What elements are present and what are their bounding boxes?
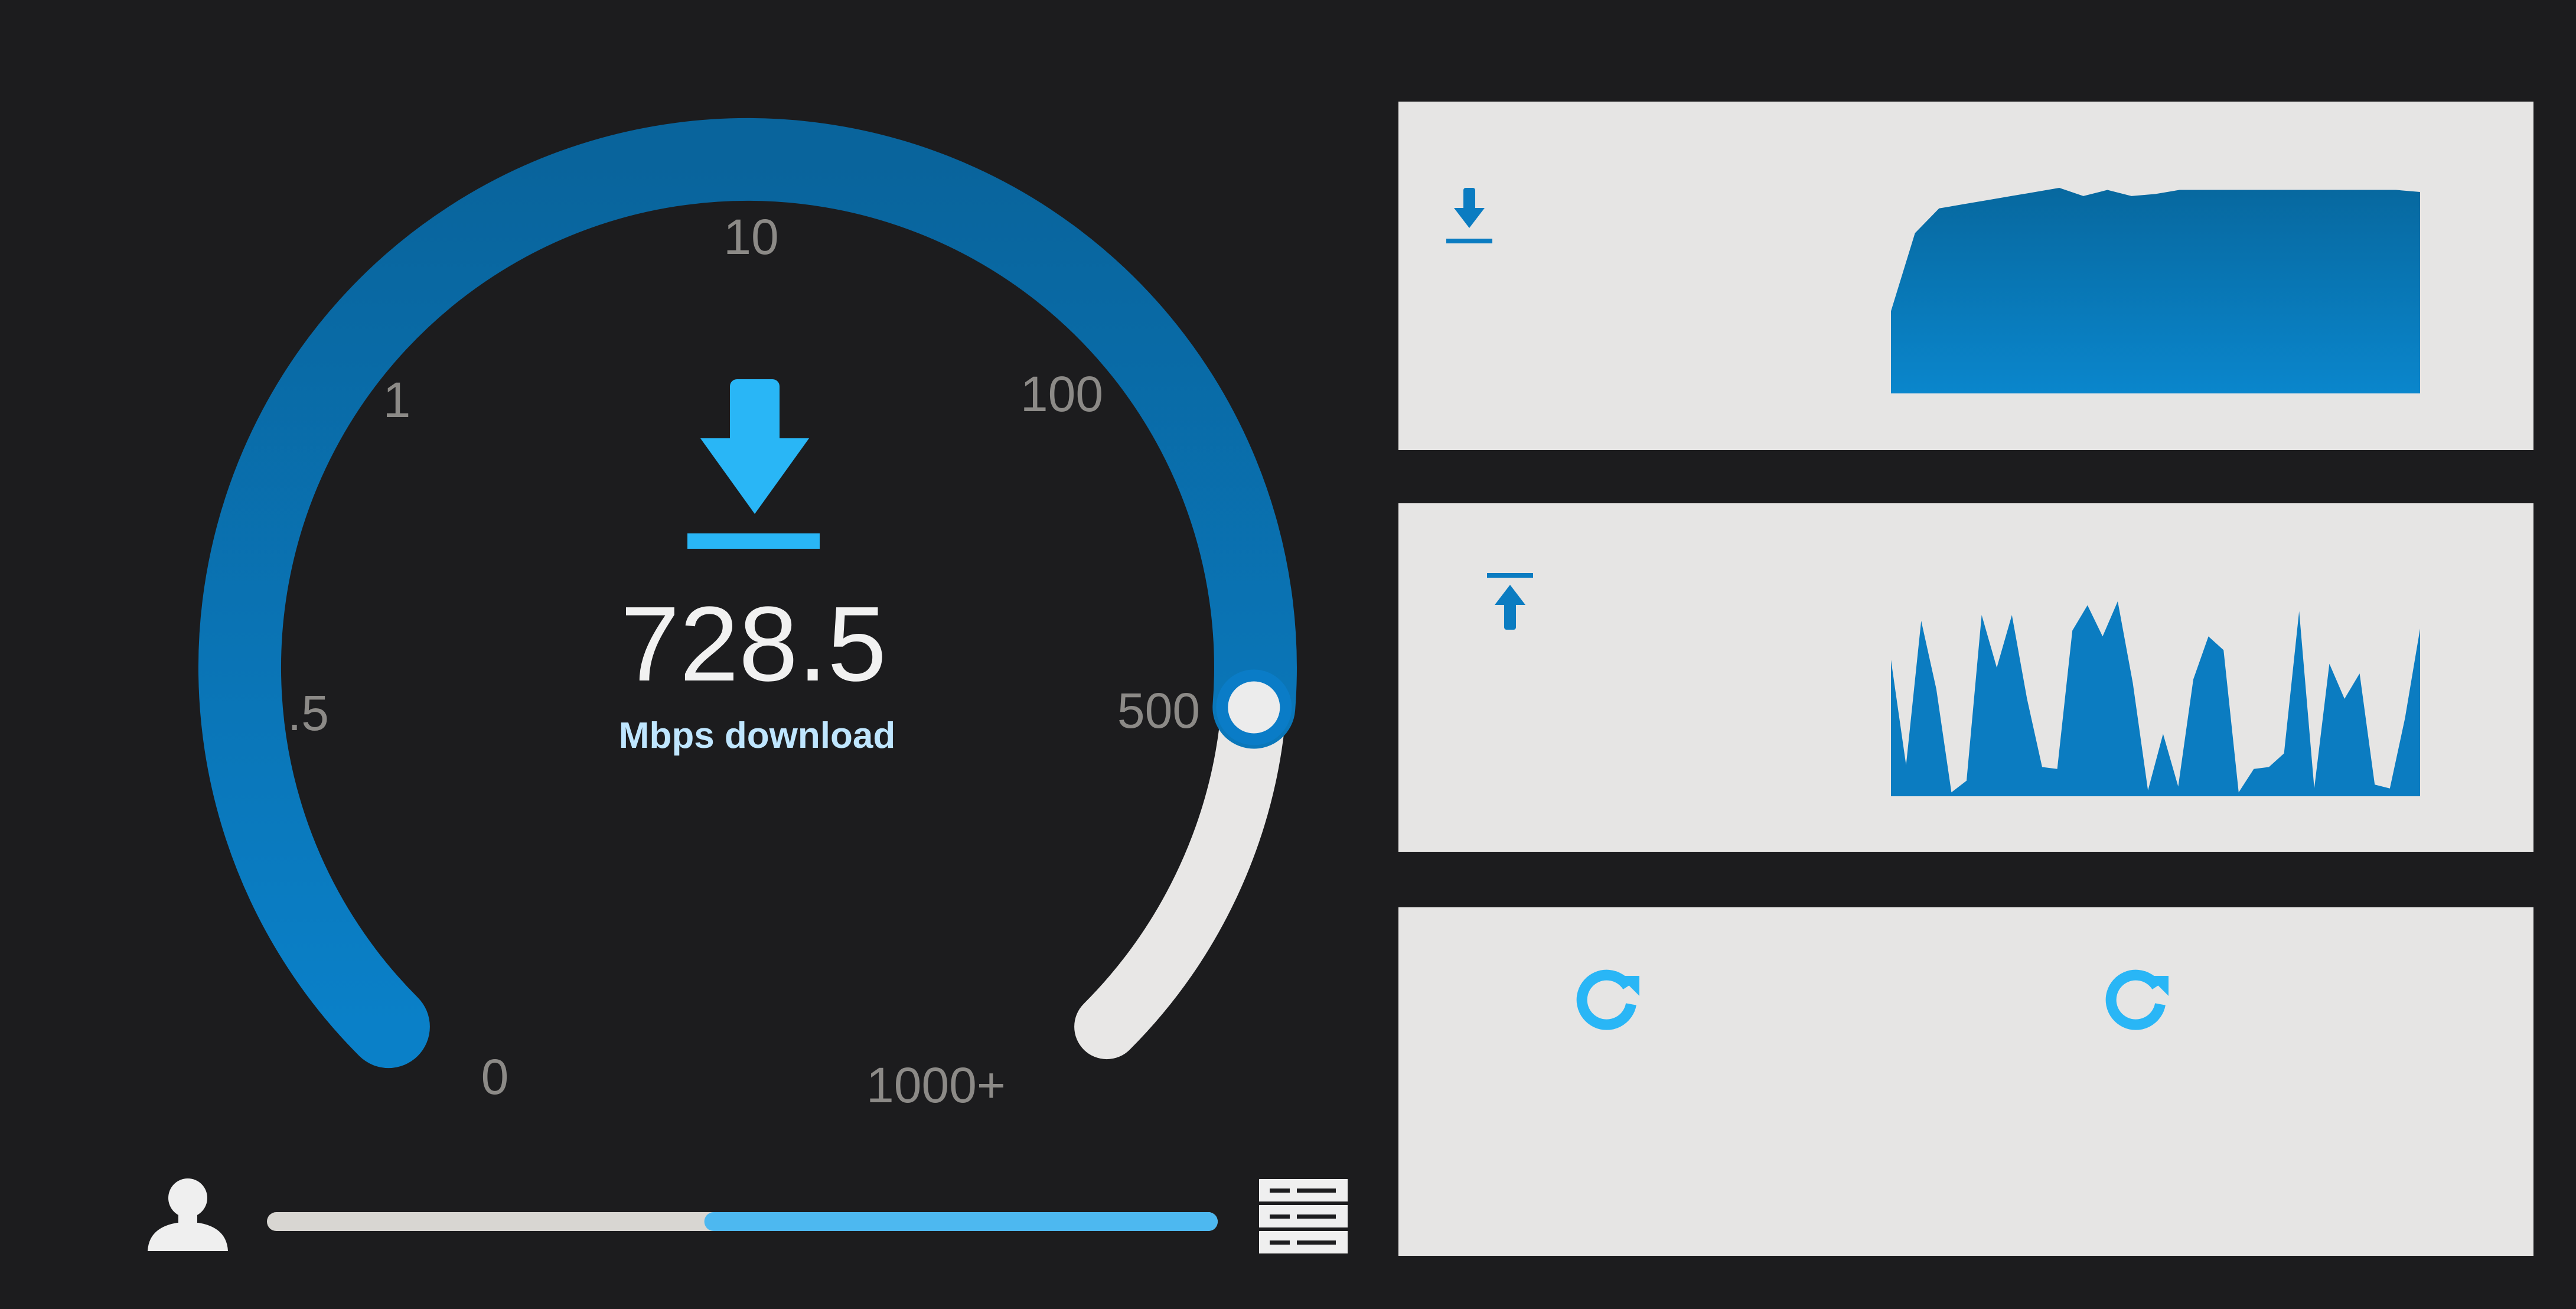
panel-background [1398, 503, 2533, 852]
panel-background [1398, 907, 2533, 1256]
connection-progress-fill [704, 1212, 1218, 1231]
gauge-tick-label: .5 [288, 685, 329, 741]
download-speed-chart [1891, 188, 2420, 393]
gauge-tick-label: 10 [723, 209, 778, 265]
speed-unit-label: Mbps download [619, 715, 895, 756]
download-panel [1398, 102, 2533, 450]
gauge-tick-label: 500 [1117, 683, 1200, 738]
gauge-needle-knob [1216, 669, 1292, 745]
gauge-tick-label: 0 [481, 1049, 509, 1105]
server-icon [1259, 1179, 1348, 1253]
gauge-tick-label: 1 [383, 372, 411, 428]
speedtest-screen: 0 .5 1 10 100 500 1000+ 728.5 Mbps downl… [148, 102, 2533, 1256]
speed-value: 728.5 [621, 585, 886, 704]
gauge-track [1074, 675, 1287, 1060]
upload-panel [1398, 503, 2533, 852]
gauge-tick-label: 100 [1020, 366, 1103, 422]
speed-gauge: 0 .5 1 10 100 500 1000+ 728.5 Mbps downl… [198, 118, 1297, 1113]
gauge-tick-label: 1000+ [866, 1057, 1006, 1113]
user-icon [148, 1178, 228, 1251]
connection-status [148, 1178, 1348, 1253]
status-panel [1398, 907, 2533, 1256]
download-icon [687, 379, 820, 549]
